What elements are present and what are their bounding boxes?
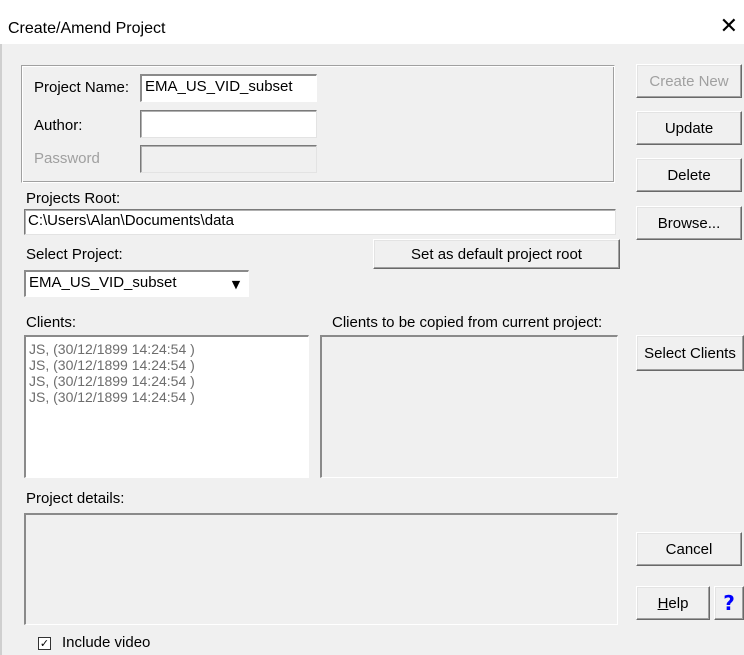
list-item[interactable]: JS, (30/12/1899 14:24:54 )	[26, 357, 308, 373]
project-details-label: Project details:	[26, 490, 125, 507]
include-video-checkbox[interactable]: ✓	[38, 637, 51, 650]
clients-to-copy-list[interactable]	[320, 335, 618, 478]
projects-root-field[interactable]: C:\Users\Alan\Documents\data	[24, 209, 616, 235]
list-item[interactable]: JS, (30/12/1899 14:24:54 )	[26, 389, 308, 405]
projects-root-label: Projects Root:	[26, 190, 121, 207]
clients-copy-label: Clients to be copied from current projec…	[332, 314, 603, 331]
select-project-value: EMA_US_VID_subset	[29, 274, 177, 291]
project-name-label: Project Name:	[34, 79, 130, 96]
help-button-mnemonic: H	[657, 594, 669, 612]
set-default-root-button[interactable]: Set as default project root	[373, 239, 620, 269]
author-label: Author:	[34, 117, 83, 134]
project-details-box[interactable]	[24, 513, 618, 625]
close-icon[interactable]: ✕	[720, 16, 738, 38]
chevron-down-icon[interactable]: ▼	[225, 273, 247, 295]
password-field	[140, 145, 317, 173]
delete-button[interactable]: Delete	[636, 158, 742, 192]
project-name-field[interactable]: EMA_US_VID_subset	[140, 74, 317, 102]
select-clients-button[interactable]: Select Clients	[636, 335, 744, 371]
clients-list[interactable]: JS, (30/12/1899 14:24:54 ) JS, (30/12/18…	[24, 335, 309, 478]
update-button[interactable]: Update	[636, 111, 742, 145]
question-mark-icon: ?	[723, 591, 735, 615]
list-item[interactable]: JS, (30/12/1899 14:24:54 )	[26, 341, 308, 357]
author-field[interactable]	[140, 110, 317, 138]
clients-label: Clients:	[26, 314, 77, 331]
browse-button[interactable]: Browse...	[636, 206, 742, 240]
include-video-label[interactable]: Include video	[62, 634, 150, 651]
list-item[interactable]: JS, (30/12/1899 14:24:54 )	[26, 373, 308, 389]
help-button-label: elp	[668, 594, 689, 612]
password-label: Password	[34, 150, 100, 167]
help-button[interactable]: Help	[636, 586, 710, 620]
window-left-edge	[0, 44, 2, 655]
select-project-label: Select Project:	[26, 246, 123, 263]
select-project-dropdown[interactable]: EMA_US_VID_subset ▼	[24, 270, 249, 297]
context-help-button[interactable]: ?	[714, 586, 744, 620]
window-title: Create/Amend Project	[8, 20, 166, 37]
create-new-button[interactable]: Create New	[636, 64, 742, 98]
cancel-button[interactable]: Cancel	[636, 532, 742, 566]
